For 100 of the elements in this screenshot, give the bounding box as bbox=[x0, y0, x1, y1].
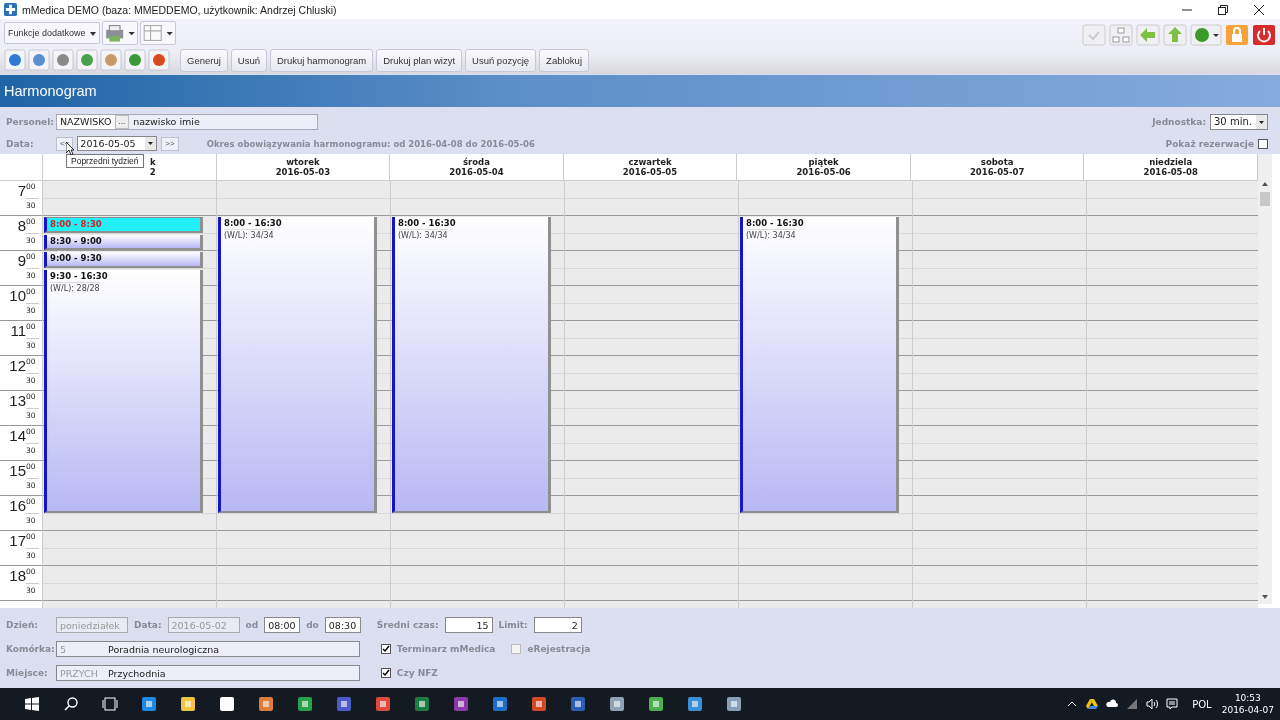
taskbar-app-icon[interactable] bbox=[686, 696, 703, 712]
start-time-field[interactable]: 08:00 bbox=[264, 617, 301, 633]
block-time: 8:00 - 16:30 bbox=[398, 218, 456, 229]
clock[interactable]: 10:53 2016-04-07 bbox=[1221, 692, 1274, 716]
toolbar-tool-icon[interactable] bbox=[76, 49, 98, 71]
unit-field[interactable]: 5 Poradnia neurologiczna bbox=[56, 641, 360, 657]
day-date: 2016-05-08 bbox=[1143, 167, 1198, 177]
period-text: Okres obowiązywania harmonogramu: od 2016-04-08 do 2016-05-06 bbox=[206, 138, 535, 149]
day-name: piątek bbox=[808, 157, 839, 167]
schedule-block[interactable]: 8:00 - 8:30 bbox=[44, 217, 203, 233]
taskbar-app-icon[interactable] bbox=[257, 696, 274, 712]
taskbar-app-icon[interactable] bbox=[608, 696, 625, 712]
taskbar-app-icon[interactable] bbox=[413, 696, 430, 712]
language-indicator[interactable]: POL bbox=[1192, 698, 1212, 710]
toolbar-tool-icon[interactable] bbox=[4, 49, 26, 71]
limit-field[interactable]: 2 bbox=[533, 617, 582, 633]
hour-label: 16 bbox=[9, 496, 26, 516]
taskbar-app-icon[interactable] bbox=[335, 696, 352, 712]
toolbar-tool-icon[interactable] bbox=[52, 49, 74, 71]
taskbar-app-icon[interactable] bbox=[647, 696, 664, 712]
toolbar-button[interactable]: Generuj bbox=[180, 48, 228, 72]
window-title: mMedica DEMO (baza: MMEDDEMO, użytkownik: Andrzej Chluski) bbox=[22, 3, 337, 16]
block-time: 9:00 - 9:30 bbox=[50, 253, 102, 264]
taskbar-app-icon[interactable] bbox=[569, 696, 586, 712]
place-field[interactable]: PRZYCH Przychodnia bbox=[56, 665, 360, 681]
block-time: 8:00 - 8:30 bbox=[50, 219, 102, 230]
close-icon[interactable] bbox=[1254, 4, 1264, 15]
staff-name: nazwisko imie bbox=[132, 116, 200, 127]
toolbar-button[interactable]: Usuń bbox=[230, 48, 267, 72]
hour-label: 15 bbox=[9, 461, 26, 481]
toolbar-tool-icon[interactable] bbox=[28, 49, 50, 71]
taskbar-app-icon[interactable] bbox=[452, 696, 469, 712]
checkbox-label: Pokaż rezerwacje bbox=[1165, 138, 1254, 149]
field-label: Limit: bbox=[498, 620, 528, 630]
end-time-field[interactable]: 08:30 bbox=[324, 617, 361, 633]
taskbar-app-icon[interactable] bbox=[140, 696, 157, 712]
schedule-block[interactable]: 8:00 - 16:30 (W/L): 34/34 bbox=[740, 217, 899, 513]
volume-icon[interactable] bbox=[1146, 698, 1159, 710]
block-info: (W/L): 28/28 bbox=[50, 281, 100, 293]
day-name: k bbox=[149, 157, 156, 167]
printer-dropdown-icon[interactable] bbox=[102, 21, 139, 45]
taskbar-app-icon[interactable] bbox=[725, 696, 742, 712]
date-dropdown[interactable]: 2016-05-05 bbox=[77, 136, 158, 151]
section-title: Harmonogram bbox=[4, 83, 97, 99]
day-date: 2 bbox=[149, 167, 156, 177]
hour-label: 14 bbox=[9, 426, 26, 446]
field-label: Data: bbox=[6, 138, 35, 149]
schedule-block[interactable]: 8:00 - 16:30 (W/L): 34/34 bbox=[392, 217, 551, 513]
schedule-block[interactable]: 8:30 - 9:00 bbox=[44, 234, 203, 250]
taskbar-app-icon[interactable] bbox=[296, 696, 313, 712]
start-icon[interactable] bbox=[23, 696, 40, 712]
notification-icon[interactable] bbox=[1166, 698, 1179, 710]
schedule-block[interactable]: 8:00 - 16:30 (W/L): 34/34 bbox=[218, 217, 377, 513]
taskbar-app-icon[interactable] bbox=[374, 696, 391, 712]
day-name: środa bbox=[463, 157, 490, 167]
schedule-block[interactable]: 9:00 - 9:30 bbox=[44, 252, 203, 268]
toolbar-tool-icon[interactable] bbox=[124, 49, 146, 71]
next-week-button[interactable]: >> bbox=[161, 136, 179, 151]
hour-label: 11 bbox=[10, 321, 26, 341]
drive-icon[interactable] bbox=[1086, 698, 1099, 710]
field-label: od bbox=[245, 620, 259, 630]
taskbar-app-icon[interactable] bbox=[530, 696, 547, 712]
hour-label: 17 bbox=[9, 531, 26, 551]
toolbar-button[interactable]: Drukuj harmonogram bbox=[270, 48, 374, 72]
taskbar-app-icon[interactable] bbox=[491, 696, 508, 712]
taskbar-app-icon[interactable] bbox=[218, 696, 235, 712]
toolbar-button[interactable]: Zablokuj bbox=[539, 48, 589, 72]
toolbar-button[interactable]: Usuń pozycję bbox=[465, 48, 537, 72]
taskbar-app-icon[interactable] bbox=[179, 696, 196, 712]
functions-dropdown[interactable]: Funkcje dodatkowe bbox=[4, 22, 101, 44]
hour-label: 9 bbox=[17, 251, 26, 271]
caret-icon bbox=[90, 32, 97, 36]
checkbox-label: Czy NFZ bbox=[396, 668, 438, 678]
block-time: 8:00 - 16:30 bbox=[746, 218, 804, 229]
day-date: 2016-05-04 bbox=[449, 167, 504, 177]
staff-field[interactable]: NAZWISKO ... nazwisko imie bbox=[56, 113, 318, 130]
toolbar-button[interactable]: Drukuj plan wizyt bbox=[376, 48, 463, 72]
wifi-icon[interactable] bbox=[1126, 698, 1139, 710]
checkbox[interactable] bbox=[1258, 138, 1268, 149]
restore-icon[interactable] bbox=[1218, 4, 1228, 15]
day-date: 2016-05-06 bbox=[796, 167, 851, 177]
checkbox[interactable] bbox=[380, 644, 391, 654]
unit-dropdown[interactable]: 30 min. bbox=[1210, 113, 1268, 130]
field-label: Miejsce: bbox=[6, 668, 49, 678]
power-icon[interactable] bbox=[1252, 24, 1276, 46]
checkbox[interactable] bbox=[380, 668, 391, 678]
block-time: 9:30 - 16:30 bbox=[50, 270, 108, 282]
schedule-block[interactable]: 9:30 - 16:30 (W/L): 28/28 bbox=[44, 269, 203, 513]
checkbox-label: eRejestracja bbox=[527, 644, 591, 654]
hour-label: 13 bbox=[9, 391, 26, 411]
toolbar-tool-icon[interactable] bbox=[148, 49, 170, 71]
average-time-field[interactable]: 15 bbox=[444, 617, 493, 633]
field-label: Dzień: bbox=[6, 620, 39, 630]
search-icon[interactable] bbox=[62, 696, 79, 712]
day-date: 2016-05-05 bbox=[622, 167, 678, 177]
check-icon[interactable] bbox=[1082, 24, 1106, 46]
field-label: Średni czas: bbox=[376, 620, 439, 630]
day-date: 2016-05-07 bbox=[969, 167, 1025, 177]
cloud-icon[interactable] bbox=[1106, 698, 1119, 710]
task-view-icon[interactable] bbox=[101, 696, 118, 712]
